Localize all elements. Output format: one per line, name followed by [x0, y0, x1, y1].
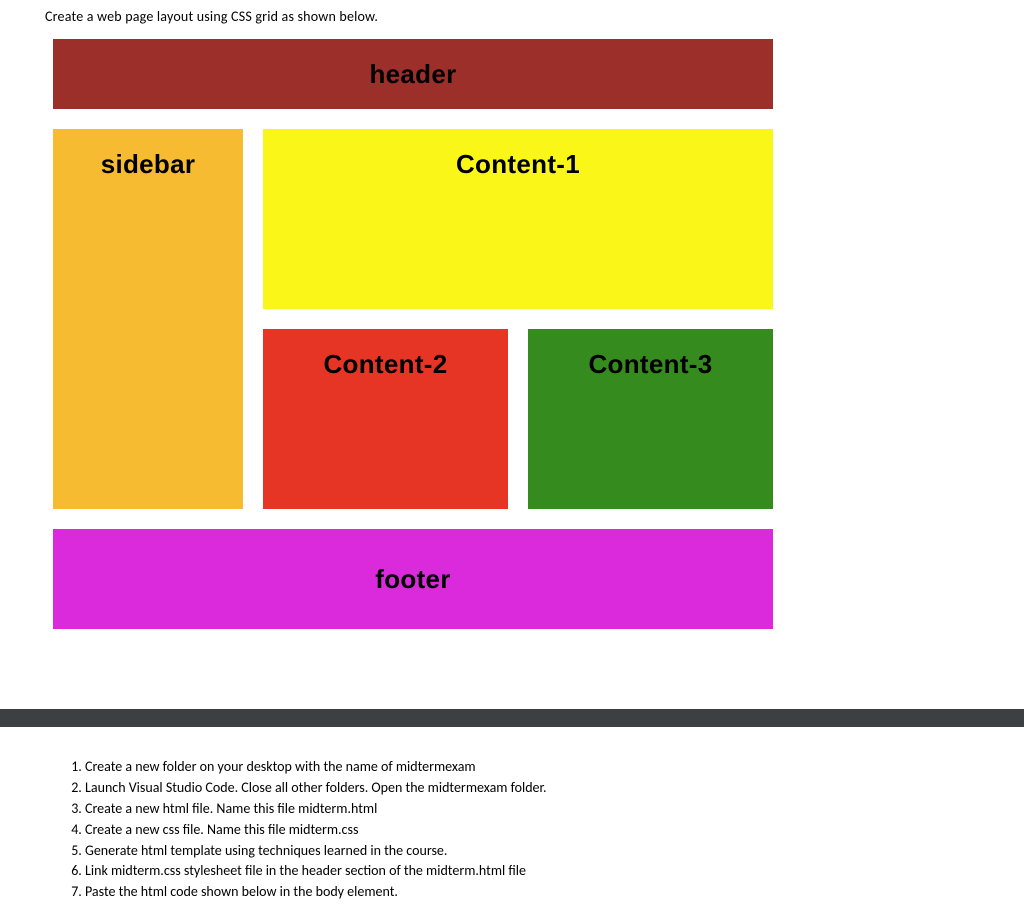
grid-content-1-label: Content-1	[456, 149, 580, 180]
grid-content-1-box: Content-1	[263, 129, 773, 309]
grid-layout-demo: header sidebar Content-1 Content-2 Conte…	[53, 39, 785, 629]
grid-content-3-box: Content-3	[528, 329, 773, 509]
grid-content-2-box: Content-2	[263, 329, 508, 509]
grid-header-box: header	[53, 39, 773, 109]
list-item: Link midterm.css stylesheet file in the …	[85, 861, 979, 882]
instructions-section: Create a new folder on your desktop with…	[0, 727, 1024, 923]
grid-footer-label: footer	[375, 564, 450, 595]
grid-sidebar-label: sidebar	[101, 149, 196, 180]
grid-footer-box: footer	[53, 529, 773, 629]
list-item: Create a new css file. Name this file mi…	[85, 820, 979, 841]
section-divider	[0, 709, 1024, 727]
list-item: Create a new folder on your desktop with…	[85, 757, 979, 778]
list-item: Create a new html file. Name this file m…	[85, 799, 979, 820]
intro-text: Create a web page layout using CSS grid …	[45, 0, 979, 31]
grid-header-label: header	[369, 59, 456, 90]
list-item: Generate html template using techniques …	[85, 841, 979, 862]
grid-content-3-label: Content-3	[588, 349, 712, 380]
grid-content-2-label: Content-2	[323, 349, 447, 380]
grid-sidebar-box: sidebar	[53, 129, 243, 509]
list-item: Launch Visual Studio Code. Close all oth…	[85, 778, 979, 799]
instruction-list: Create a new folder on your desktop with…	[45, 757, 979, 903]
document-page: Create a web page layout using CSS grid …	[0, 0, 1024, 679]
